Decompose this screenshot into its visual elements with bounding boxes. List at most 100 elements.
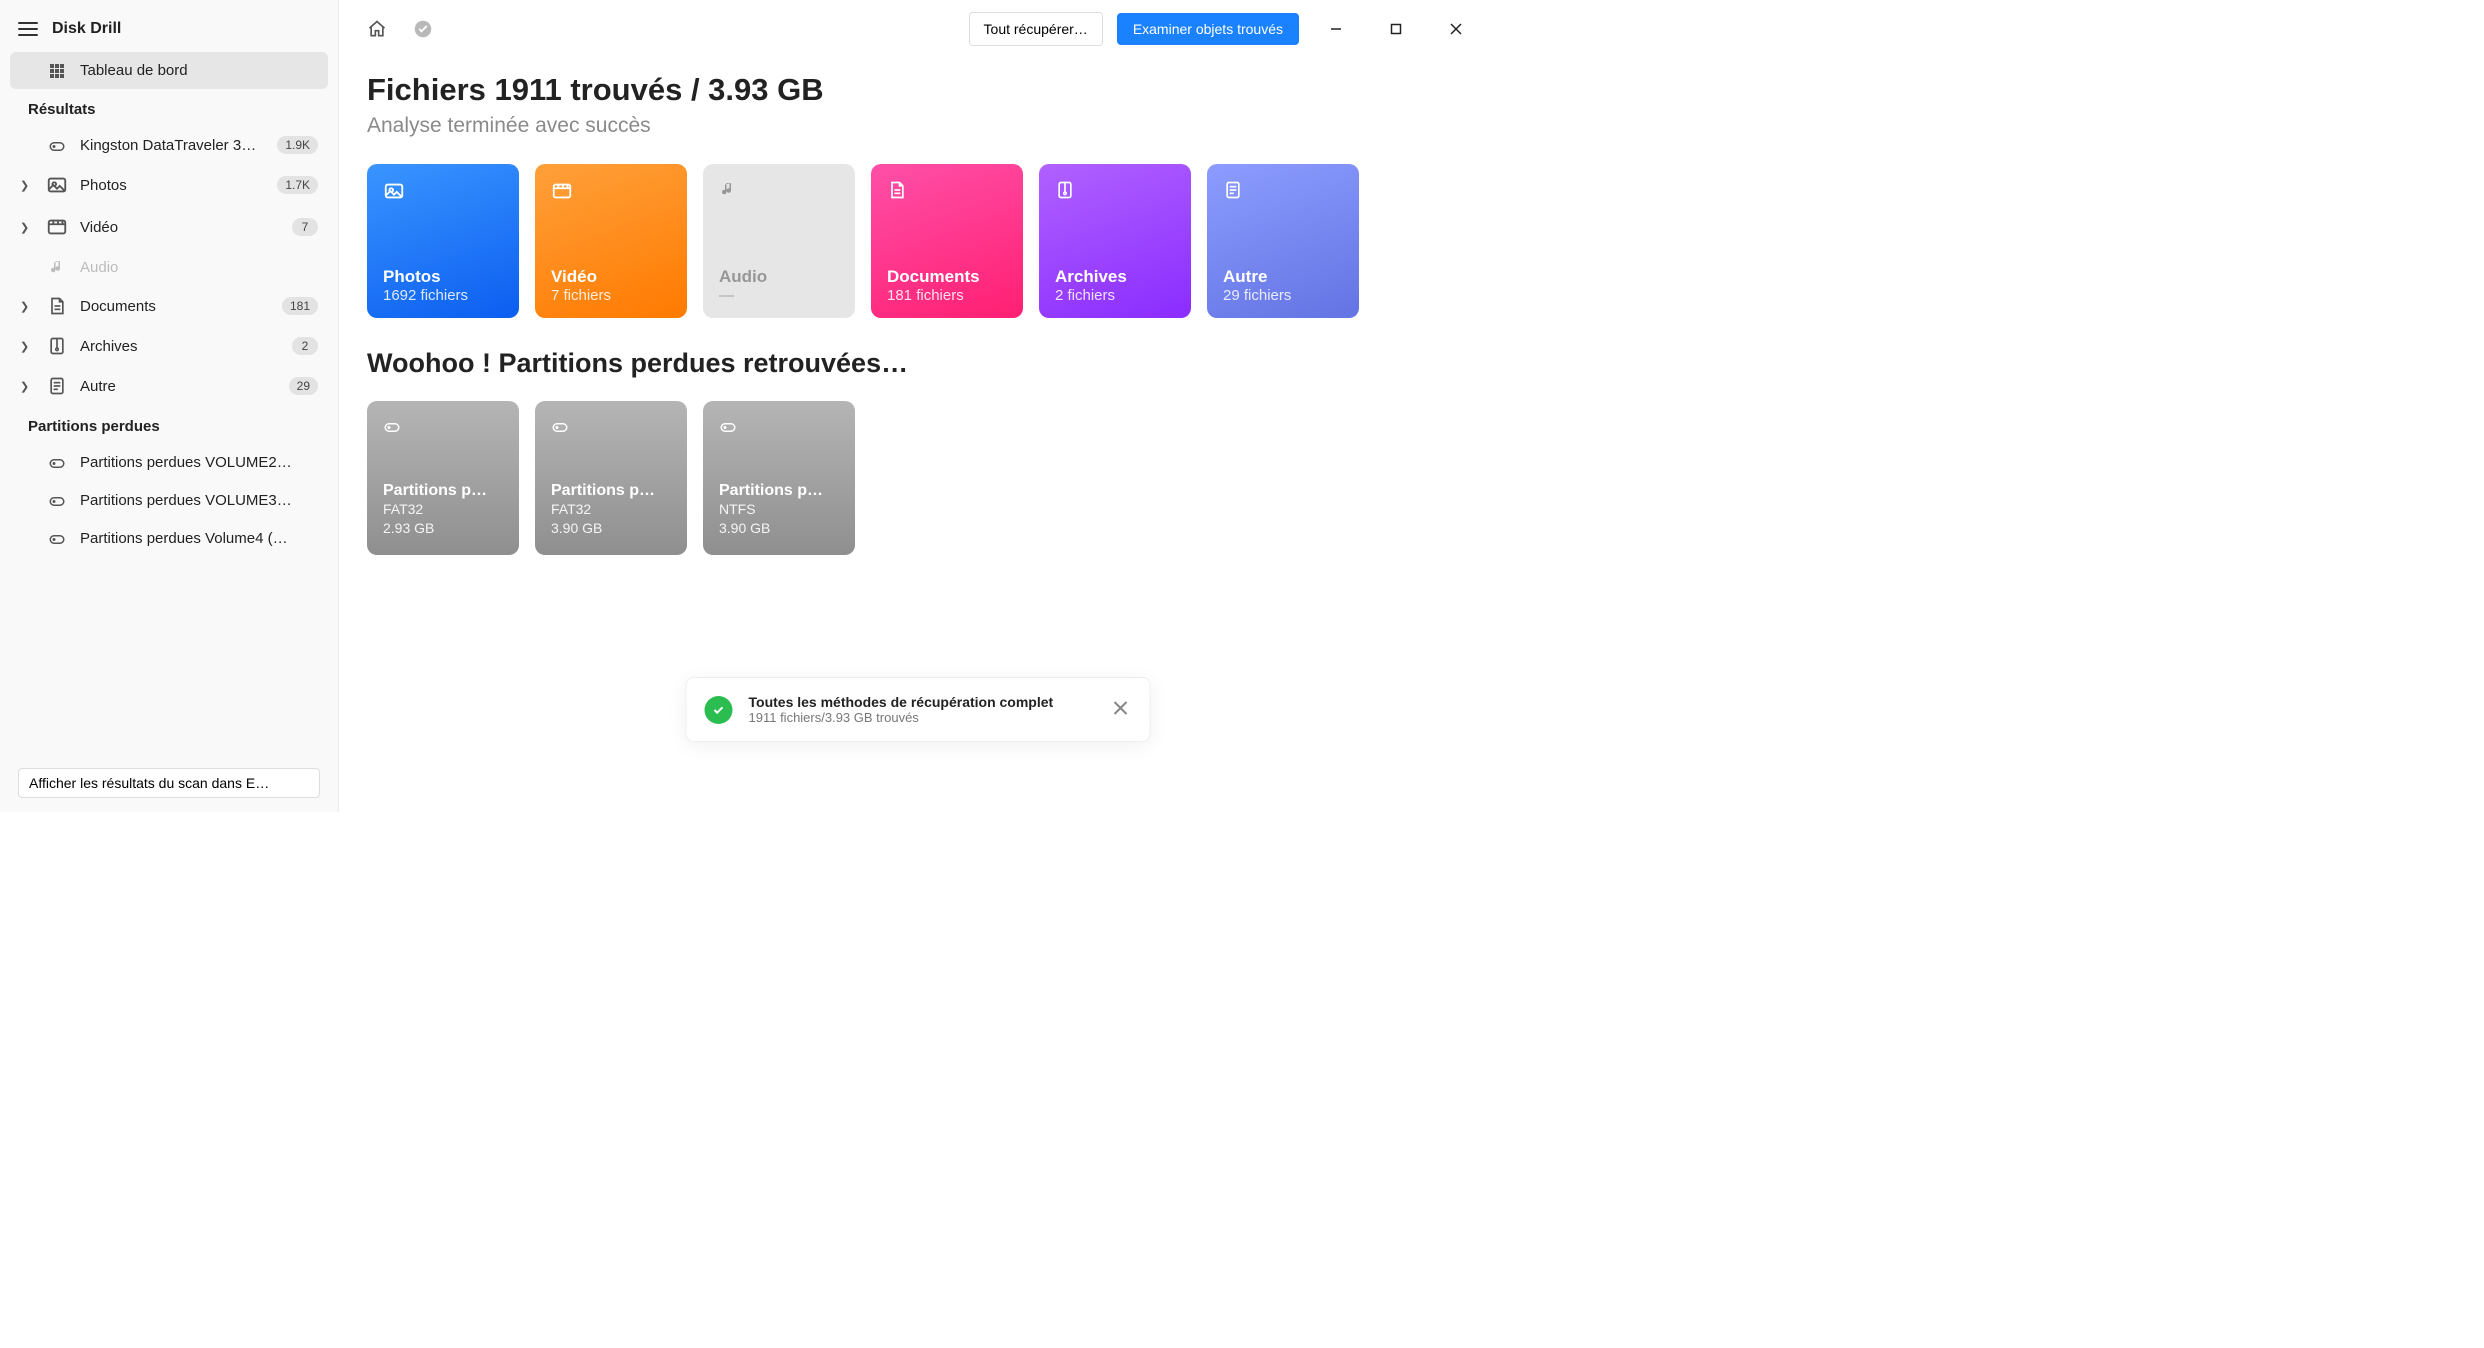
sidebar-item-kingston-datatraveler-3-[interactable]: Kingston DataTraveler 3… 1.9K: [10, 126, 328, 164]
recover-all-button[interactable]: Tout récupérer…: [969, 12, 1103, 46]
partition-fs: NTFS: [719, 500, 839, 520]
sidebar-item-photos[interactable]: ❯Photos1.7K: [10, 164, 328, 206]
partition-card[interactable]: Partitions p…FAT322.93 GB: [367, 401, 519, 555]
category-card-autre[interactable]: Autre29 fichiers: [1207, 164, 1359, 318]
count-badge: 29: [289, 377, 318, 395]
status-check-icon[interactable]: [407, 13, 439, 45]
sidebar-item-label: Partitions perdues VOLUME3…: [80, 492, 318, 509]
count-badge: 2: [292, 337, 318, 355]
sidebar-item-vid-o[interactable]: ❯Vidéo7: [10, 206, 328, 248]
doc-icon: [887, 180, 1007, 208]
show-results-explorer-button[interactable]: Afficher les résultats du scan dans E…: [18, 768, 320, 798]
count-badge: 181: [282, 297, 318, 315]
partition-name: Partitions p…: [551, 482, 671, 500]
sidebar-bottom: Afficher les résultats du scan dans E…: [10, 760, 328, 802]
sidebar-lost-partition[interactable]: Partitions perdues Volume4 (…: [10, 519, 328, 557]
toast-subtitle: 1911 fichiers/3.93 GB trouvés: [749, 710, 1054, 725]
photo-icon: [383, 180, 503, 208]
page-title: Fichiers 1911 trouvés / 3.93 GB: [367, 72, 1469, 108]
window-close[interactable]: [1433, 13, 1479, 45]
sidebar-item-label: Documents: [80, 298, 270, 315]
sidebar-item-label: Kingston DataTraveler 3…: [80, 137, 265, 154]
card-subtitle: —: [719, 287, 839, 304]
toast-body: Toutes les méthodes de récupération comp…: [749, 694, 1054, 725]
window-minimize[interactable]: [1313, 13, 1359, 45]
completion-toast: Toutes les méthodes de récupération comp…: [686, 677, 1151, 742]
partition-cards: Partitions p…FAT322.93 GBPartitions p…FA…: [367, 401, 1469, 555]
partition-card[interactable]: Partitions p…FAT323.90 GB: [535, 401, 687, 555]
category-card-vidéo[interactable]: Vidéo7 fichiers: [535, 164, 687, 318]
home-icon[interactable]: [361, 13, 393, 45]
card-subtitle: 29 fichiers: [1223, 287, 1343, 304]
doc-icon: [46, 296, 68, 316]
grid-icon: [46, 63, 68, 79]
partition-name: Partitions p…: [383, 482, 503, 500]
drive-icon: [719, 417, 839, 438]
sidebar-item-documents[interactable]: ❯ Documents 181: [10, 286, 328, 326]
audio-icon: [46, 258, 68, 276]
nav-dashboard[interactable]: Tableau de bord: [10, 52, 328, 89]
sidebar-section-lost: Partitions perdues: [10, 406, 328, 443]
count-badge: 1.9K: [277, 136, 318, 154]
partition-size: 3.90 GB: [719, 519, 839, 539]
chevron-right-icon: ❯: [20, 380, 34, 393]
video-icon: [46, 216, 68, 238]
toast-close-icon[interactable]: [1110, 695, 1132, 724]
card-subtitle: 2 fichiers: [1055, 287, 1175, 304]
sidebar-item-audio: Audio: [10, 248, 328, 286]
menu-icon[interactable]: [18, 22, 38, 36]
category-card-photos[interactable]: Photos1692 fichiers: [367, 164, 519, 318]
sidebar-header: Disk Drill: [10, 14, 328, 52]
partition-fs: FAT32: [383, 500, 503, 520]
sidebar-item-label: Photos: [80, 177, 265, 194]
app-title: Disk Drill: [52, 20, 121, 38]
sidebar-item-autre[interactable]: ❯ Autre 29: [10, 366, 328, 406]
partition-name: Partitions p…: [719, 482, 839, 500]
chevron-right-icon: ❯: [20, 300, 34, 313]
card-name: Photos: [383, 267, 503, 287]
category-card-audio: Audio—: [703, 164, 855, 318]
main: Tout récupérer… Examiner objets trouvés …: [339, 0, 1497, 812]
sidebar-item-label: Audio: [80, 259, 318, 276]
drive-icon: [46, 491, 68, 509]
zip-icon: [46, 336, 68, 356]
sidebar-lost-partition[interactable]: Partitions perdues VOLUME3…: [10, 481, 328, 519]
check-circle-icon: [705, 696, 733, 724]
partition-fs: FAT32: [551, 500, 671, 520]
sidebar-item-label: Partitions perdues Volume4 (…: [80, 530, 318, 547]
topbar: Tout récupérer… Examiner objets trouvés: [339, 0, 1497, 52]
drive-icon: [383, 417, 503, 438]
sidebar-lost-partition[interactable]: Partitions perdues VOLUME2…: [10, 443, 328, 481]
nav-dashboard-label: Tableau de bord: [80, 62, 318, 79]
category-card-documents[interactable]: Documents181 fichiers: [871, 164, 1023, 318]
zip-icon: [1055, 180, 1175, 208]
video-icon: [551, 180, 671, 208]
drive-icon: [46, 453, 68, 471]
category-card-archives[interactable]: Archives2 fichiers: [1039, 164, 1191, 318]
other-icon: [46, 376, 68, 396]
photo-icon: [46, 174, 68, 196]
category-cards: Photos1692 fichiersVidéo7 fichiersAudio—…: [367, 164, 1469, 318]
sidebar-item-label: Vidéo: [80, 219, 280, 236]
count-badge: 7: [292, 218, 318, 236]
sidebar-item-label: Archives: [80, 338, 280, 355]
other-icon: [1223, 180, 1343, 208]
sidebar-item-archives[interactable]: ❯Archives2: [10, 326, 328, 366]
partition-card[interactable]: Partitions p…NTFS3.90 GB: [703, 401, 855, 555]
drive-icon: [46, 136, 68, 154]
partitions-title: Woohoo ! Partitions perdues retrouvées…: [367, 348, 1469, 379]
partition-size: 3.90 GB: [551, 519, 671, 539]
page-subtitle: Analyse terminée avec succès: [367, 114, 1469, 138]
card-name: Archives: [1055, 267, 1175, 287]
count-badge: 1.7K: [277, 176, 318, 194]
toast-title: Toutes les méthodes de récupération comp…: [749, 694, 1054, 710]
sidebar-item-label: Autre: [80, 378, 277, 395]
sidebar-section-results: Résultats: [10, 89, 328, 126]
audio-icon: [719, 180, 839, 208]
sidebar: Disk Drill Tableau de bord Résultats Kin…: [0, 0, 339, 812]
card-name: Audio: [719, 267, 839, 287]
card-subtitle: 7 fichiers: [551, 287, 671, 304]
review-found-button[interactable]: Examiner objets trouvés: [1117, 13, 1299, 45]
window-maximize[interactable]: [1373, 13, 1419, 45]
sidebar-item-label: Partitions perdues VOLUME2…: [80, 454, 318, 471]
